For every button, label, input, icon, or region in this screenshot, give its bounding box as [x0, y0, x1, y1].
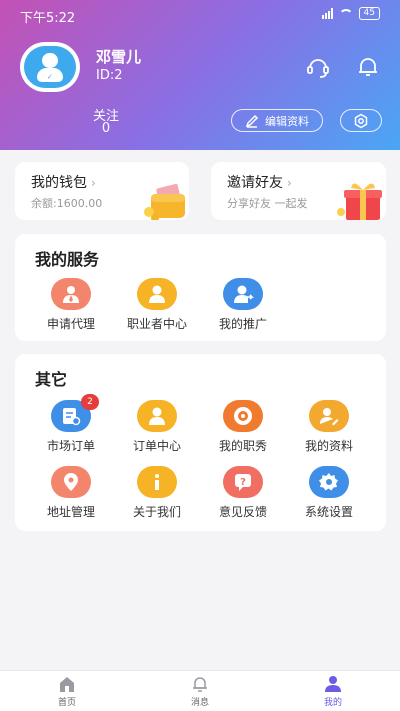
gear-icon: [309, 466, 349, 498]
other-label: 订单中心: [132, 439, 181, 453]
settings-button[interactable]: [340, 109, 382, 132]
other-label: 意见反馈: [218, 505, 267, 519]
service-label: 申请代理: [46, 317, 95, 331]
bell-icon[interactable]: [355, 54, 381, 80]
wifi-icon: [338, 8, 353, 19]
status-icons: 45: [321, 7, 380, 20]
location-icon: [51, 466, 91, 498]
service-label: 我的推广: [218, 317, 267, 331]
bottom-tab-bar: 首页 消息 我的: [0, 670, 400, 711]
feedback-icon: ?: [223, 466, 263, 498]
invite-title: 邀请好友: [227, 175, 283, 191]
invite-title-row: 邀请好友 ›: [227, 172, 292, 192]
agent-icon: [51, 278, 91, 310]
other-label: 关于我们: [132, 505, 181, 519]
share-user-icon: [223, 278, 263, 310]
chevron-right-icon: ›: [91, 176, 96, 190]
other-my-profile[interactable]: 我的资料: [286, 400, 372, 454]
settings-icon: [354, 113, 368, 128]
profile-edit-icon: [309, 400, 349, 432]
invite-card[interactable]: 邀请好友 › 分享好友 一起发: [211, 162, 386, 220]
person-icon: [137, 400, 177, 432]
invite-subtitle: 分享好友 一起发: [227, 197, 308, 210]
wallet-balance: 余额:1600.00: [31, 197, 103, 210]
other-label: 地址管理: [46, 505, 95, 519]
other-address-management[interactable]: 地址管理: [28, 466, 114, 520]
edit-profile-label: 编辑资料: [265, 114, 309, 128]
home-icon: [58, 675, 76, 693]
tab-messages[interactable]: 消息: [170, 675, 230, 708]
other-label: 我的资料: [304, 439, 353, 453]
user-icon: [324, 675, 342, 693]
gift-box-icon: [337, 183, 382, 220]
avatar[interactable]: ✓: [20, 42, 80, 92]
camera-icon: [223, 400, 263, 432]
service-my-promotion[interactable]: 我的推广: [200, 278, 286, 332]
my-services-section: 我的服务 申请代理 职业者中心 我的推广: [15, 234, 386, 341]
wallet-card[interactable]: 我的钱包 › 余额:1600.00: [15, 162, 189, 220]
order-search-icon: 2: [51, 394, 99, 432]
status-bar: 下午5:22 45: [0, 0, 400, 30]
other-order-center[interactable]: 订单中心: [114, 400, 200, 454]
service-label: 职业者中心: [126, 317, 187, 331]
other-label: 市场订单: [46, 439, 95, 453]
bell-icon: [191, 675, 209, 693]
wallet-title: 我的钱包: [31, 175, 87, 191]
headset-icon[interactable]: [305, 54, 331, 80]
tab-label: 消息: [190, 698, 209, 708]
pencil-icon: [245, 114, 259, 128]
order-badge: 2: [81, 394, 99, 410]
follow-count[interactable]: 0: [88, 121, 124, 136]
other-label: 系统设置: [304, 505, 353, 519]
wallet-title-row: 我的钱包 ›: [31, 172, 96, 192]
chevron-right-icon: ›: [287, 176, 292, 190]
user-name: 邓雪儿: [96, 48, 142, 66]
service-apply-agent[interactable]: 申请代理: [28, 278, 114, 332]
other-system-settings[interactable]: 系统设置: [286, 466, 372, 520]
svg-text:?: ?: [240, 477, 246, 488]
service-professional-center[interactable]: 职业者中心: [114, 278, 200, 332]
tab-label: 首页: [57, 698, 76, 708]
signal-icon: [321, 8, 333, 19]
info-icon: [137, 466, 177, 498]
person-icon: [137, 278, 177, 310]
tab-label: 我的: [323, 698, 342, 708]
others-section: 其它 2 市场订单 订单中心 我的职秀 我的资料 地址管理 关于我们 ? 意见反…: [15, 354, 386, 531]
other-label: 我的职秀: [218, 439, 267, 453]
tab-home[interactable]: 首页: [37, 675, 97, 708]
other-feedback[interactable]: ? 意见反馈: [200, 466, 286, 520]
others-title: 其它: [35, 370, 68, 389]
tab-mine[interactable]: 我的: [303, 675, 363, 708]
other-my-showcase[interactable]: 我的职秀: [200, 400, 286, 454]
user-id: ID:2: [96, 68, 123, 83]
other-about-us[interactable]: 关于我们: [114, 466, 200, 520]
other-market-orders[interactable]: 2 市场订单: [28, 394, 114, 454]
avatar-user-icon: ✓: [24, 46, 76, 88]
status-time: 下午5:22: [20, 11, 76, 26]
edit-profile-button[interactable]: 编辑资料: [231, 109, 323, 132]
services-title: 我的服务: [35, 250, 100, 269]
wallet-illustration-icon: [144, 183, 185, 220]
battery-icon: 45: [358, 7, 380, 20]
